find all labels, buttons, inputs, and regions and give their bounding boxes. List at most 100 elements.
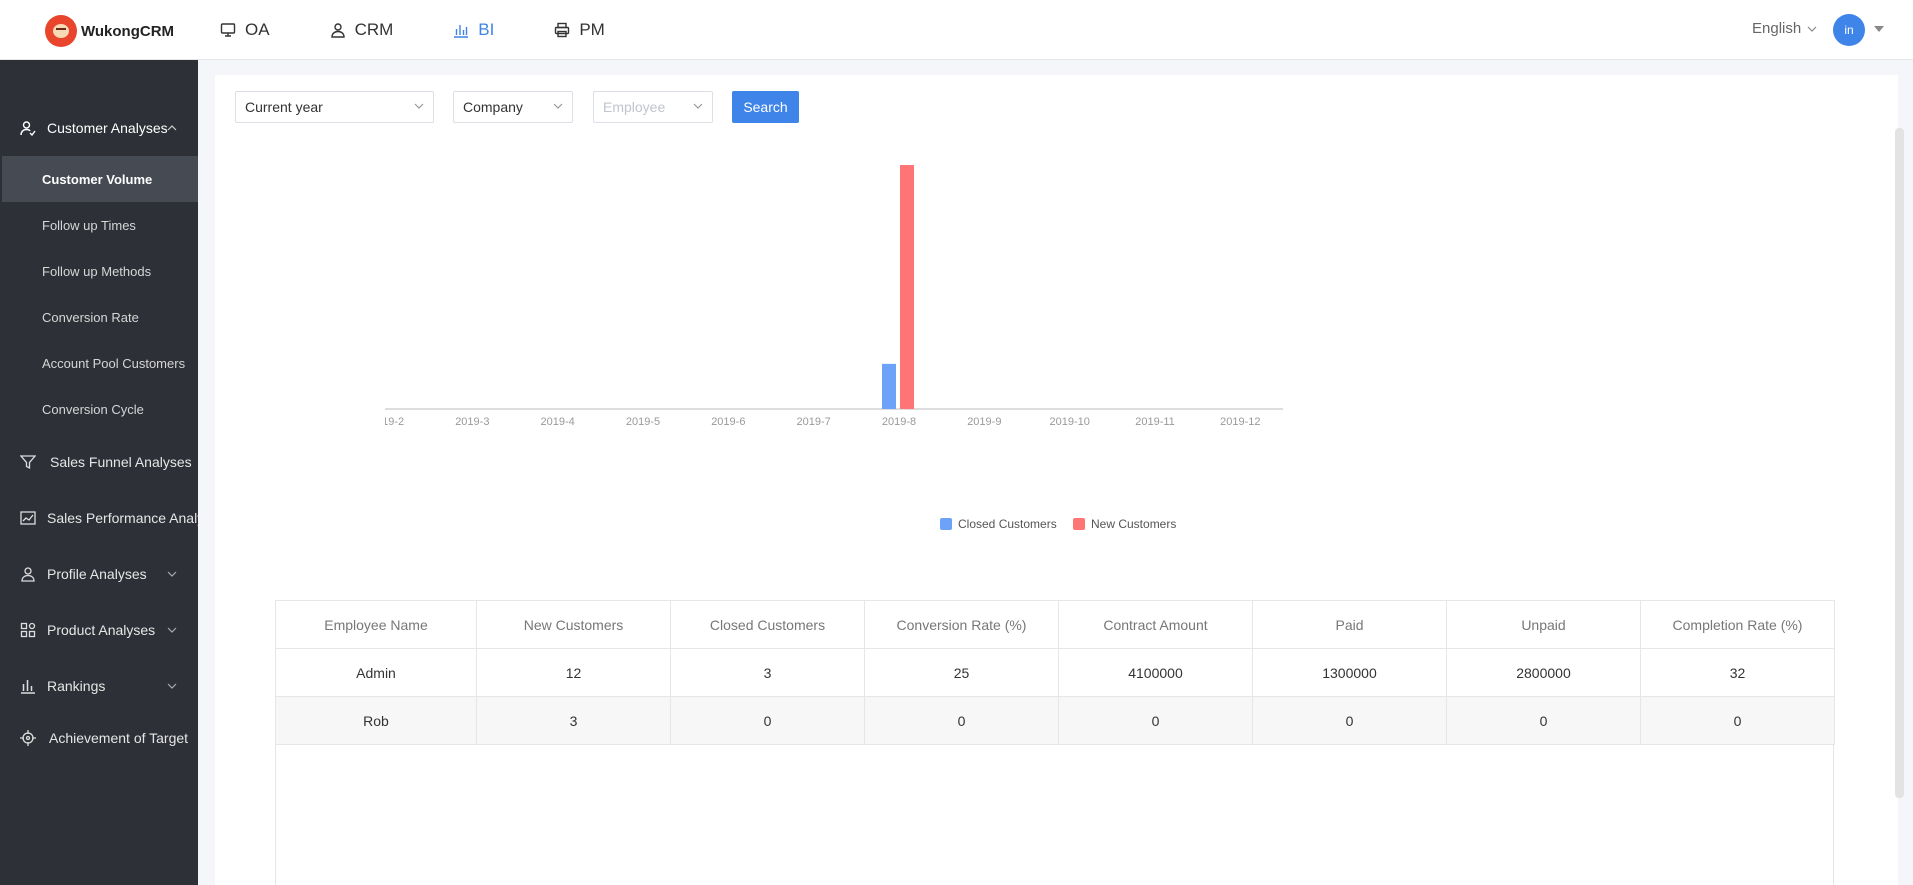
main-content: Current year Company Employee Search Cus… (215, 75, 1898, 885)
sidebar-group-label: Achievement of Target (49, 730, 189, 746)
x-tick-label: 2019-4 (541, 416, 575, 428)
nav-oa[interactable]: OA (220, 0, 270, 60)
sidebar-item-conversion-rate[interactable]: Conversion Rate (2, 294, 198, 340)
table-cell: 2800000 (1446, 648, 1641, 697)
table-cell: 12 (476, 648, 671, 697)
legend-label: Closed Customers (958, 517, 1057, 531)
x-tick-label: 2019-12 (1220, 416, 1260, 428)
employee-select-placeholder: Employee (603, 99, 666, 115)
table-cell: 3 (476, 696, 671, 745)
target-icon (20, 730, 36, 746)
nav-oa-label: OA (245, 20, 270, 39)
table-cell: 0 (1446, 696, 1641, 745)
monkey-logo-icon (45, 15, 77, 47)
column-header[interactable]: Closed Customers (670, 600, 865, 649)
customer-icon (20, 121, 36, 136)
column-header[interactable]: Employee Name (275, 600, 477, 649)
period-select-value: Current year (245, 99, 323, 115)
customer-volume-chart: Customers051015202019-12019-22019-32019-… (385, 165, 1283, 531)
sidebar-item-account-pool-customers[interactable]: Account Pool Customers (2, 340, 198, 386)
column-header[interactable]: Contract Amount (1058, 600, 1253, 649)
line-chart-icon (20, 511, 36, 525)
x-tick-label: 2019-2 (385, 416, 404, 428)
x-tick-label: 2019-9 (967, 416, 1001, 428)
nav-pm[interactable]: PM (554, 0, 605, 60)
table-header-row: Employee Name New Customers Closed Custo… (275, 600, 1835, 649)
chevron-down-icon (167, 627, 177, 633)
table-cell: 32 (1640, 648, 1835, 697)
table-cell: 0 (1252, 696, 1447, 745)
sidebar-item-follow-up-times[interactable]: Follow up Times (2, 202, 198, 248)
sidebar-group-sales-performance[interactable]: Sales Performance Analyses (2, 495, 198, 541)
printer-icon (555, 22, 570, 38)
chevron-down-icon (167, 683, 177, 689)
sidebar-item-customer-volume[interactable]: Customer Volume (2, 156, 198, 202)
sidebar-group-achievement[interactable]: Achievement of Target (2, 715, 198, 761)
column-header[interactable]: New Customers (476, 600, 671, 649)
top-bar: WukongCRM OA CRM BI PM English in (0, 0, 1913, 60)
column-header[interactable]: Paid (1252, 600, 1447, 649)
table-row[interactable]: Admin 12 3 25 4100000 1300000 2800000 32 (275, 648, 1835, 697)
main-nav: OA CRM BI PM (220, 0, 665, 60)
x-tick-label: 2019-3 (455, 416, 489, 428)
table-cell: 0 (1640, 696, 1835, 745)
table-empty-area (275, 745, 1834, 885)
column-header[interactable]: Conversion Rate (%) (864, 600, 1059, 649)
table-cell: 0 (1058, 696, 1253, 745)
monitor-icon (220, 23, 236, 37)
scrollbar[interactable] (1895, 128, 1904, 798)
period-select[interactable]: Current year (235, 91, 434, 123)
chevron-down-icon (414, 103, 424, 109)
profile-icon (21, 567, 35, 582)
employee-select[interactable]: Employee (593, 91, 713, 123)
x-tick-label: 2019-7 (797, 416, 831, 428)
scope-select[interactable]: Company (453, 91, 573, 123)
nav-bi-label: BI (478, 20, 495, 39)
sidebar-group-customer-analyses[interactable]: Customer Analyses (2, 105, 198, 151)
sidebar-group-sales-funnel[interactable]: Sales Funnel Analyses (2, 439, 198, 485)
sidebar-group-label: Profile Analyses (47, 566, 147, 582)
sidebar-group-product[interactable]: Product Analyses (2, 607, 198, 653)
search-button[interactable]: Search (732, 91, 799, 123)
x-tick-label: 2019-6 (711, 416, 745, 428)
chevron-up-icon (167, 125, 177, 131)
bar-chart-icon (454, 25, 469, 38)
table-cell: 1300000 (1252, 648, 1447, 697)
legend-swatch (940, 518, 952, 530)
sidebar-group-label: Product Analyses (47, 622, 156, 638)
brand-logo[interactable]: WukongCRM (45, 15, 174, 47)
funnel-icon (20, 455, 36, 470)
x-tick-label: 2019-8 (882, 416, 916, 428)
scope-select-value: Company (463, 99, 523, 115)
chevron-down-icon (1807, 26, 1817, 32)
sidebar-item-follow-up-methods[interactable]: Follow up Methods (2, 248, 198, 294)
x-tick-label: 2019-11 (1135, 416, 1175, 428)
table-cell: 25 (864, 648, 1059, 697)
table-cell: 3 (670, 648, 865, 697)
brand-name: WukongCRM (81, 22, 175, 40)
sidebar-item-conversion-cycle[interactable]: Conversion Cycle (2, 386, 198, 432)
column-header[interactable]: Completion Rate (%) (1640, 600, 1835, 649)
sidebar: Customer Analyses Customer Volume Follow… (0, 60, 198, 885)
column-header[interactable]: Unpaid (1446, 600, 1641, 649)
sidebar-group-rankings[interactable]: Rankings (2, 663, 198, 709)
chevron-down-icon (553, 103, 563, 109)
product-grid-icon (20, 622, 36, 638)
nav-crm-label: CRM (354, 20, 394, 39)
nav-crm[interactable]: CRM (330, 0, 394, 60)
table-cell: 4100000 (1058, 648, 1253, 697)
x-tick-label: 2019-5 (626, 416, 660, 428)
table-row[interactable]: Rob 3 0 0 0 0 0 0 (275, 696, 1835, 745)
caret-down-icon[interactable] (1874, 26, 1884, 32)
user-icon (330, 23, 345, 38)
language-selector[interactable]: English (1752, 20, 1817, 37)
sidebar-group-label: Rankings (47, 678, 106, 694)
bar-new-customers (900, 165, 914, 409)
legend-label: New Customers (1091, 517, 1176, 531)
table-cell: 0 (864, 696, 1059, 745)
chevron-down-icon (693, 103, 703, 109)
user-avatar[interactable]: in (1833, 14, 1865, 46)
employee-stats-table: Employee Name New Customers Closed Custo… (275, 600, 1835, 745)
sidebar-group-profile[interactable]: Profile Analyses (2, 551, 198, 597)
nav-bi[interactable]: BI (453, 0, 494, 60)
